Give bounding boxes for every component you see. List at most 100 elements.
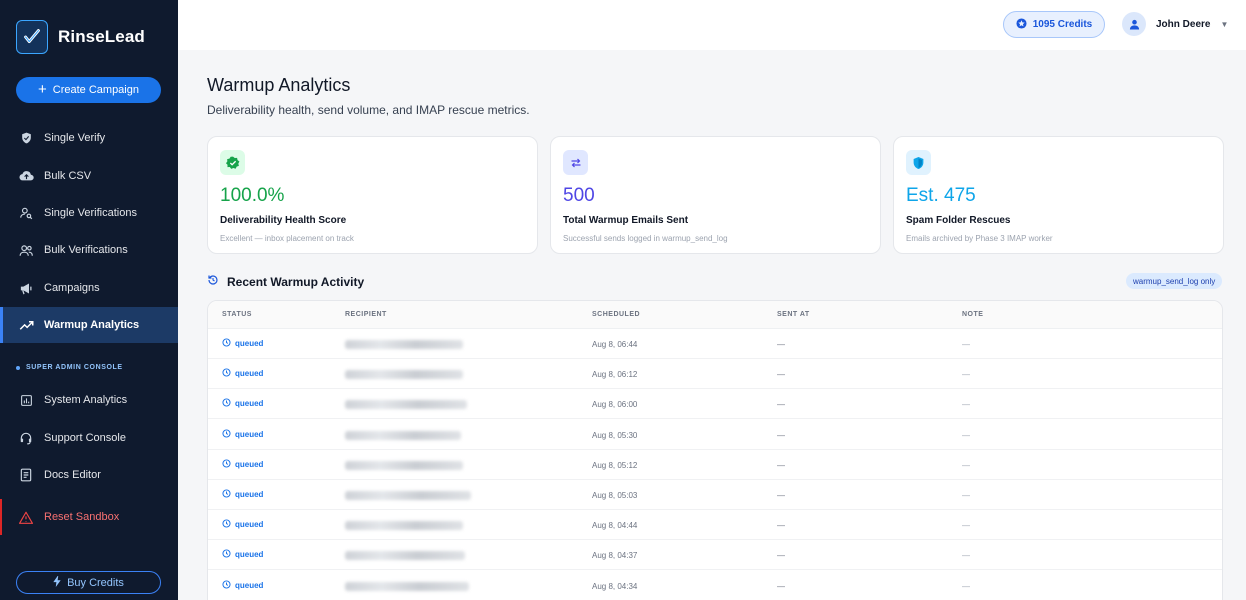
metric-value: 500: [563, 185, 595, 206]
table-row: queued Aug 8, 05:12 — —: [208, 450, 1222, 480]
sidebar: RinseLead + Create Campaign Single Verif…: [0, 0, 178, 600]
clock-icon: [222, 549, 231, 560]
metric-label: Total Warmup Emails Sent: [563, 215, 689, 226]
person-icon: [1129, 19, 1139, 30]
sent-at: —: [777, 551, 785, 561]
status-text: queued: [235, 550, 264, 560]
scheduled-time: Aug 8, 06:12: [592, 370, 638, 380]
scheduled-time: Aug 8, 05:03: [592, 491, 638, 500]
status-badge: queued: [222, 549, 263, 560]
warning-icon: [18, 509, 34, 525]
page-subtitle: Deliverability health, send volume, and …: [207, 103, 530, 117]
sent-at: —: [777, 581, 785, 591]
user-menu[interactable]: John Deere ▼: [1122, 12, 1228, 36]
sidebar-item-support-console[interactable]: Support Console: [0, 420, 178, 456]
metric-label: Spam Folder Rescues: [906, 215, 1011, 226]
note: —: [962, 551, 970, 561]
headset-icon: [18, 430, 34, 446]
sidebar-item-label: Docs Editor: [44, 469, 101, 481]
sent-at: —: [777, 521, 785, 531]
column-header: STATUS: [222, 311, 252, 318]
clock-icon: [222, 580, 231, 591]
table-row: queued Aug 8, 04:37 — —: [208, 540, 1222, 571]
recipient-redacted: [345, 370, 463, 380]
note: —: [962, 581, 970, 591]
sidebar-item-bulk-verifications[interactable]: Bulk Verifications: [0, 232, 178, 268]
metric-card-sent: 500 Total Warmup Emails Sent Successful …: [550, 136, 881, 254]
sent-at: —: [777, 430, 785, 440]
metric-hint: Excellent — inbox placement on track: [220, 234, 354, 243]
status-badge: queued: [222, 580, 263, 591]
check-badge-icon: [220, 150, 245, 175]
recipient-redacted: [345, 551, 465, 561]
sidebar-item-label: Bulk CSV: [44, 170, 92, 182]
table-row: queued Aug 8, 06:44 — —: [208, 329, 1222, 359]
status-badge: queued: [222, 489, 263, 500]
sidebar-item-label: Warmup Analytics: [44, 319, 140, 331]
trending-up-icon: [18, 317, 34, 333]
status-badge: queued: [222, 338, 263, 349]
table-row: queued Aug 8, 04:34 — —: [208, 571, 1222, 600]
metric-card-rescues: Est. 475 Spam Folder Rescues Emails arch…: [893, 136, 1224, 254]
group-icon: [18, 242, 34, 258]
table-row: queued Aug 8, 05:30 — —: [208, 420, 1222, 450]
scheduled-time: Aug 8, 06:44: [592, 340, 638, 349]
recipient-redacted: [345, 430, 461, 440]
sent-at: —: [777, 460, 785, 470]
recipient-redacted: [345, 460, 463, 470]
metric-label: Deliverability Health Score: [220, 215, 347, 226]
sidebar-item-system-analytics[interactable]: System Analytics: [0, 382, 178, 418]
clock-icon: [222, 368, 231, 379]
reset-sandbox-label: Reset Sandbox: [44, 511, 120, 523]
avatar: [1122, 12, 1146, 36]
sidebar-item-bulk-csv[interactable]: Bulk CSV: [0, 158, 178, 194]
section-dot-icon: [16, 365, 20, 370]
sent-at: —: [777, 400, 785, 410]
status-badge: queued: [222, 519, 263, 530]
reset-sandbox-button[interactable]: Reset Sandbox: [0, 499, 178, 535]
note: —: [962, 370, 970, 380]
status-text: queued: [235, 520, 264, 530]
clock-icon: [222, 338, 231, 349]
buy-credits-button[interactable]: Buy Credits: [16, 571, 161, 594]
sidebar-item-single-verifications[interactable]: Single Verifications: [0, 195, 178, 231]
brand[interactable]: RinseLead: [16, 20, 145, 54]
status-badge: queued: [222, 459, 263, 470]
shield-check-icon: [906, 150, 931, 175]
note: —: [962, 430, 970, 440]
column-header: SCHEDULED: [592, 311, 641, 318]
scheduled-time: Aug 8, 04:37: [592, 551, 638, 561]
scheduled-time: Aug 8, 04:34: [592, 581, 638, 591]
bar-chart-icon: [18, 392, 34, 408]
sidebar-item-label: Campaigns: [44, 282, 100, 294]
plus-icon: +: [38, 81, 47, 98]
recipient-redacted: [345, 491, 471, 500]
sidebar-item-single-verify[interactable]: Single Verify: [0, 120, 178, 156]
admin-section-label: SUPER ADMIN CONSOLE: [16, 364, 123, 371]
note: —: [962, 340, 970, 349]
credits-badge[interactable]: 1095 Credits: [1003, 11, 1105, 38]
clock-icon: [222, 459, 231, 470]
sidebar-item-warmup-analytics[interactable]: Warmup Analytics: [0, 307, 178, 343]
sidebar-item-campaigns[interactable]: Campaigns: [0, 270, 178, 306]
credits-icon: [1016, 17, 1027, 32]
status-text: queued: [235, 369, 264, 379]
recipient-redacted: [345, 581, 469, 591]
status-text: queued: [235, 459, 264, 469]
sidebar-item-docs-editor[interactable]: Docs Editor: [0, 457, 178, 493]
status-badge: queued: [222, 429, 263, 440]
table-row: queued Aug 8, 06:12 — —: [208, 359, 1222, 390]
recipient-redacted: [345, 521, 463, 531]
note: —: [962, 460, 970, 470]
create-campaign-button[interactable]: + Create Campaign: [16, 77, 161, 103]
table-header: STATUS RECIPIENT SCHEDULED SENT AT NOTE: [208, 301, 1222, 329]
status-text: queued: [235, 339, 264, 348]
cloud-upload-icon: [18, 168, 34, 184]
scheduled-time: Aug 8, 05:30: [592, 430, 638, 440]
buy-credits-label: Buy Credits: [67, 576, 124, 589]
status-text: queued: [235, 429, 264, 439]
sent-at: —: [777, 340, 785, 349]
table-row: queued Aug 8, 05:03 — —: [208, 480, 1222, 510]
sidebar-item-label: Single Verify: [44, 132, 106, 144]
table-row: queued Aug 8, 04:44 — —: [208, 510, 1222, 541]
